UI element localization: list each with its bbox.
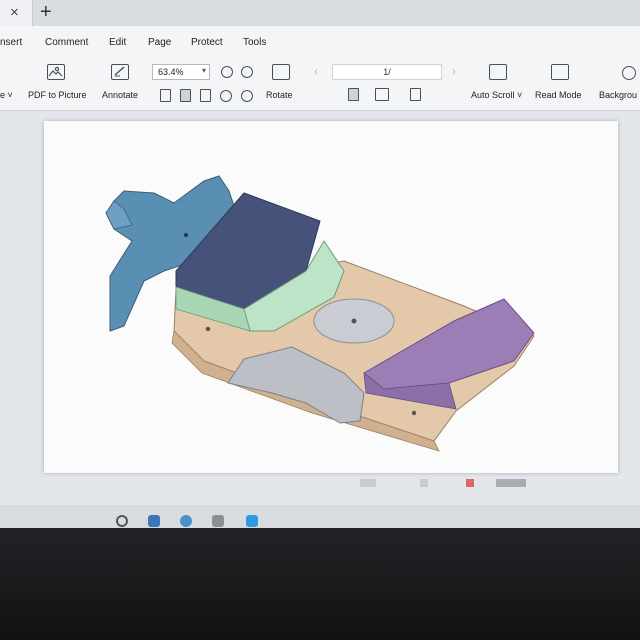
auto-scroll-icon xyxy=(489,64,507,80)
next-page-icon[interactable]: › xyxy=(452,64,456,78)
monitor-screen: × + nsert Comment Edit Page Protect Tool… xyxy=(0,0,640,528)
status-icon xyxy=(420,479,428,487)
browser-icon[interactable] xyxy=(180,515,192,527)
picture-icon xyxy=(47,64,65,80)
continuous-icon[interactable] xyxy=(410,88,421,101)
page-number: 1/ xyxy=(383,67,391,77)
pdf-to-picture-label: PDF to Picture xyxy=(28,90,87,100)
document-area xyxy=(0,111,640,528)
rotate-right-icon[interactable] xyxy=(241,90,253,102)
rotate-label: Rotate xyxy=(266,90,293,100)
pdf-page[interactable] xyxy=(44,121,618,473)
chevron-down-icon: ▾ xyxy=(201,66,206,75)
status-icon xyxy=(496,479,526,487)
annotate-button[interactable]: Annotate xyxy=(100,56,144,110)
menu-bar: nsert Comment Edit Page Protect Tools xyxy=(0,26,640,56)
two-page-icon[interactable] xyxy=(375,88,389,101)
fit-page-icon[interactable] xyxy=(180,89,191,102)
ribbon-toolbar: e ˅ PDF to Picture Annotate 63.4% ▾ Rota… xyxy=(0,56,640,111)
rotate-icon xyxy=(272,64,290,80)
read-mode-icon xyxy=(551,64,569,80)
cut-off-button-label[interactable]: e ˅ xyxy=(0,90,13,100)
zoom-in-icon[interactable] xyxy=(241,66,253,78)
menu-protect[interactable]: Protect xyxy=(191,37,223,48)
status-icons xyxy=(356,473,556,493)
rotate-button[interactable]: Rotate xyxy=(264,56,298,110)
fit-width-icon[interactable] xyxy=(200,89,211,102)
page-number-field[interactable]: 1/ xyxy=(332,64,442,80)
menu-tools[interactable]: Tools xyxy=(243,37,266,48)
rotate-left-icon[interactable] xyxy=(220,90,232,102)
status-icon xyxy=(360,479,376,487)
background-button[interactable]: Backgrou xyxy=(598,56,640,110)
annotate-icon xyxy=(111,64,129,80)
auto-scroll-label: Auto Scroll ˅ xyxy=(471,90,523,100)
pdf-to-picture-button[interactable]: PDF to Picture xyxy=(28,56,90,110)
single-page-icon[interactable] xyxy=(348,88,359,101)
taskbar-app-icon[interactable] xyxy=(148,515,160,527)
document-tab[interactable]: × xyxy=(0,0,33,26)
taskbar-app-icon[interactable] xyxy=(212,515,224,527)
auto-scroll-button[interactable]: Auto Scroll ˅ xyxy=(470,56,526,110)
taskbar-app-icon[interactable] xyxy=(246,515,258,527)
search-icon[interactable] xyxy=(116,515,128,527)
zoom-out-icon[interactable] xyxy=(221,66,233,78)
background-icon xyxy=(622,66,636,80)
read-mode-label: Read Mode xyxy=(535,90,582,100)
windows-taskbar xyxy=(0,505,640,528)
previous-page-icon[interactable]: ‹ xyxy=(314,64,318,78)
zoom-select[interactable]: 63.4% ▾ xyxy=(152,64,210,80)
menu-page[interactable]: Page xyxy=(148,37,171,48)
actual-size-icon[interactable] xyxy=(160,89,171,102)
new-tab-icon[interactable]: + xyxy=(40,1,52,24)
monitor-bezel xyxy=(0,528,640,640)
menu-comment[interactable]: Comment xyxy=(45,37,88,48)
close-icon[interactable]: × xyxy=(10,4,19,21)
menu-edit[interactable]: Edit xyxy=(109,37,126,48)
background-label: Backgrou xyxy=(599,90,638,100)
annotate-label: Annotate xyxy=(102,90,139,100)
tab-strip: × + xyxy=(0,0,640,27)
status-icon xyxy=(466,479,474,487)
cad-drawing xyxy=(105,175,535,452)
zoom-value: 63.4% xyxy=(158,67,184,77)
read-mode-button[interactable]: Read Mode xyxy=(534,56,586,110)
menu-insert[interactable]: nsert xyxy=(0,37,22,48)
